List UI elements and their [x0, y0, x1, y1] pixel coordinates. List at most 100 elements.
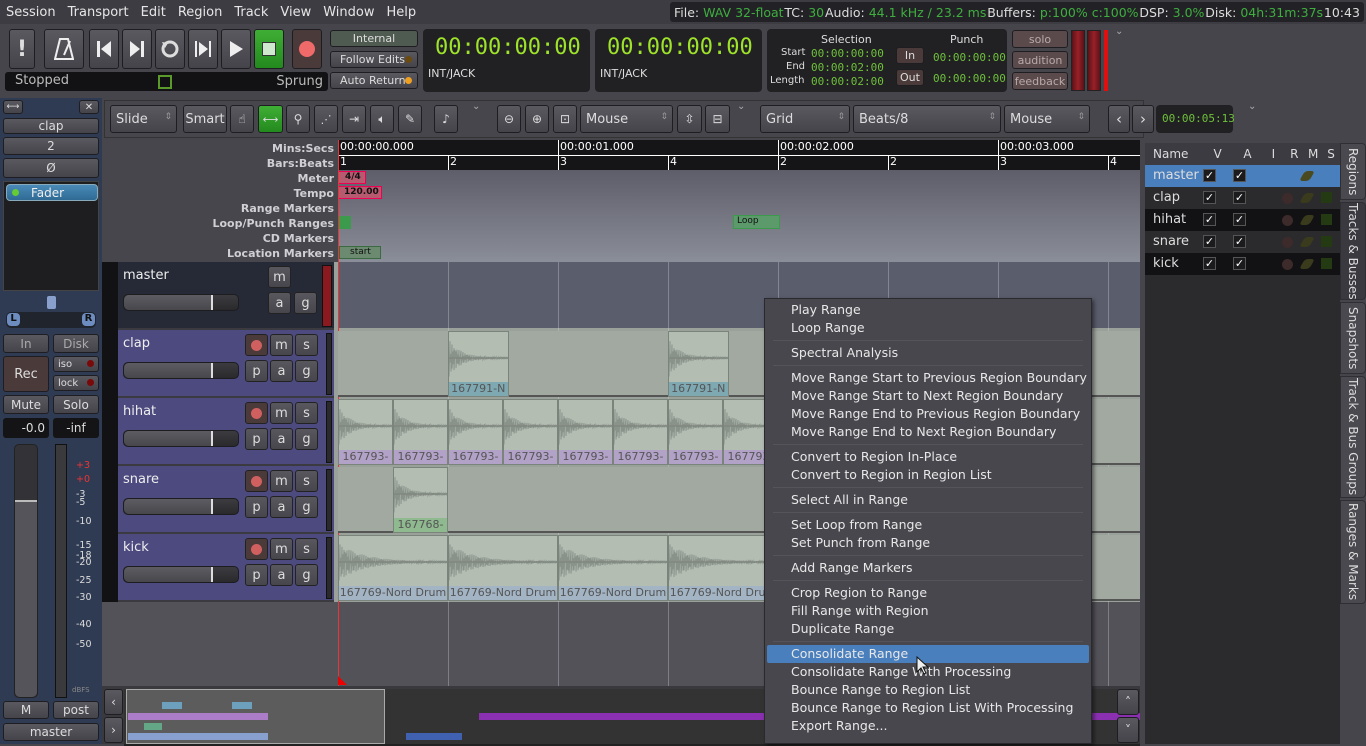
mute-state-icon[interactable] — [1299, 193, 1315, 203]
track-button-p[interactable]: p — [245, 496, 268, 518]
active-checkbox[interactable]: ✓ — [1233, 235, 1246, 248]
track-list-row[interactable]: snare ✓ ✓ — [1145, 231, 1340, 253]
track-button-m[interactable]: m — [270, 402, 293, 424]
track-header-master[interactable]: master m a g — [118, 262, 334, 330]
solo-state-icon[interactable] — [1321, 236, 1332, 247]
audio-region[interactable]: 167793- — [613, 399, 668, 465]
solo-state-icon[interactable] — [1321, 258, 1332, 269]
internal-edit-button[interactable]: ♪ — [434, 105, 458, 133]
chevron-down-icon[interactable]: ⌄ — [737, 101, 745, 112]
track-header-kick[interactable]: kick m s p a g — [118, 534, 334, 602]
zoom-tool-button[interactable]: ⚲ — [286, 105, 310, 133]
audio-region[interactable]: 167768- — [393, 467, 448, 533]
selection-end[interactable]: 00:00:02:00 — [811, 61, 884, 74]
solo-state-icon[interactable] — [1321, 214, 1332, 225]
audio-region[interactable]: 167793- — [393, 399, 448, 465]
solo-state-icon[interactable] — [1321, 192, 1332, 203]
menu-item-crop-region-to-range[interactable]: Crop Region to Range — [767, 584, 1089, 602]
nudge-clock[interactable]: 00:00:05:13 — [1156, 105, 1235, 133]
punch-in-button[interactable]: In — [896, 47, 924, 64]
track-button-g[interactable]: g — [295, 428, 318, 450]
track-button-p[interactable]: p — [245, 428, 268, 450]
edit-mode-select[interactable]: Slide ⇕ — [110, 105, 177, 133]
menu-item-bounce-range-to-region-list-with-processing[interactable]: Bounce Range to Region List With Process… — [767, 699, 1089, 717]
audio-region[interactable]: 167793- — [668, 399, 723, 465]
track-gain-fader[interactable] — [123, 430, 239, 447]
secondary-clock[interactable]: 00:00:00:00 INT/JACK — [595, 29, 762, 92]
track-gain-fader[interactable] — [123, 362, 239, 379]
expand-tracks-button[interactable]: ⊟ — [705, 105, 730, 133]
sidebar-tab-ranges-marks[interactable]: Ranges & Marks — [1340, 500, 1366, 604]
smart-mode-button[interactable]: Smart — [183, 105, 227, 133]
scroll-down-button[interactable]: ˅ — [1117, 717, 1139, 743]
menu-item-move-range-end-to-previous-region-boundary[interactable]: Move Range End to Previous Region Bounda… — [767, 405, 1089, 423]
track-button-g[interactable]: g — [294, 292, 317, 314]
sidebar-tab-snapshots[interactable]: Snapshots — [1340, 302, 1366, 374]
play-button[interactable] — [221, 29, 251, 69]
tempo-marker[interactable]: 120.00 — [338, 186, 382, 199]
menu-edit[interactable]: Edit — [135, 5, 172, 20]
audio-region[interactable]: 167769-Nord Drum — [668, 535, 778, 601]
menu-window[interactable]: Window — [317, 5, 380, 20]
goto-end-button[interactable] — [122, 29, 152, 69]
gain-entry[interactable]: -0.0 — [3, 418, 49, 438]
audio-region[interactable]: 167793- — [558, 399, 613, 465]
zoom-session-button[interactable]: ⊡ — [553, 105, 577, 133]
audio-region[interactable]: 167793- — [503, 399, 558, 465]
track-button-g[interactable]: g — [295, 564, 318, 586]
error-log-button[interactable]: ! — [9, 29, 35, 69]
menu-item-convert-to-region-in-place[interactable]: Convert to Region In-Place — [767, 448, 1089, 466]
track-header-clap[interactable]: clap m s p a g — [118, 330, 334, 398]
track-rec-button[interactable] — [245, 470, 268, 492]
summary-viewport[interactable] — [126, 689, 385, 744]
mute-state-icon[interactable] — [1299, 171, 1315, 181]
record-button[interactable] — [292, 29, 322, 69]
col-mute[interactable]: M — [1304, 147, 1322, 161]
stretch-tool-button[interactable]: ⇥ — [342, 105, 366, 133]
menu-item-set-loop-from-range[interactable]: Set Loop from Range — [767, 516, 1089, 534]
track-button-a[interactable]: a — [268, 292, 291, 314]
menu-item-duplicate-range[interactable]: Duplicate Range — [767, 620, 1089, 638]
track-button-s[interactable]: s — [295, 538, 318, 560]
menu-item-play-range[interactable]: Play Range — [767, 301, 1089, 319]
menu-item-convert-to-region-in-region-list[interactable]: Convert to Region in Region List — [767, 466, 1089, 484]
track-button-p[interactable]: p — [245, 360, 268, 382]
menu-transport[interactable]: Transport — [62, 5, 135, 20]
mute-state-icon[interactable] — [1299, 237, 1315, 247]
active-checkbox[interactable]: ✓ — [1233, 191, 1246, 204]
track-button-s[interactable]: s — [295, 402, 318, 424]
mute-state-icon[interactable] — [1299, 215, 1315, 225]
track-name[interactable]: master — [123, 268, 169, 283]
chevron-down-icon[interactable]: ⌄ — [1248, 101, 1256, 112]
rec-enable-button[interactable]: Rec — [3, 356, 49, 392]
output-button[interactable]: master — [3, 723, 99, 741]
scroll-up-button[interactable]: ˄ — [1117, 689, 1139, 715]
goto-start-button[interactable] — [89, 29, 119, 69]
meter-post-button[interactable]: post — [53, 701, 99, 719]
loop-range-marker[interactable]: Loop — [733, 215, 780, 229]
meter-point-button[interactable]: M — [3, 701, 49, 719]
snap-mode-select[interactable]: Mouse ⇕ — [1004, 105, 1090, 133]
nudge-forward-button[interactable]: › — [1132, 105, 1154, 133]
gain-fader[interactable] — [14, 444, 38, 698]
menu-view[interactable]: View — [274, 5, 317, 20]
track-name[interactable]: kick — [123, 540, 149, 555]
track-list-row[interactable]: hihat ✓ ✓ — [1145, 209, 1340, 231]
audio-region[interactable]: 167793- — [338, 399, 393, 465]
menu-track[interactable]: Track — [228, 5, 274, 20]
shrink-tracks-button[interactable]: ⇳ — [677, 105, 702, 133]
menu-item-export-range[interactable]: Export Range... — [767, 717, 1089, 735]
iso-button[interactable]: iso — [53, 356, 99, 372]
phase-invert-button[interactable]: Ø — [3, 158, 99, 178]
loop-play-button[interactable] — [155, 29, 185, 69]
record-state-icon[interactable] — [1282, 215, 1293, 226]
audition-tool-button[interactable]: 🔈︎ — [370, 105, 394, 133]
menu-item-fill-range-with-region[interactable]: Fill Range with Region — [767, 602, 1089, 620]
col-solo[interactable]: S — [1322, 147, 1340, 161]
menu-item-select-all-in-range[interactable]: Select All in Range — [767, 491, 1089, 509]
auto-return-button[interactable]: Auto Return — [330, 72, 418, 89]
input-button[interactable]: 2 — [3, 137, 99, 155]
track-gain-fader[interactable] — [123, 294, 239, 311]
draw-gain-tool-button[interactable]: ⋰ — [314, 105, 338, 133]
grab-tool-button[interactable]: ☝ — [230, 105, 254, 133]
